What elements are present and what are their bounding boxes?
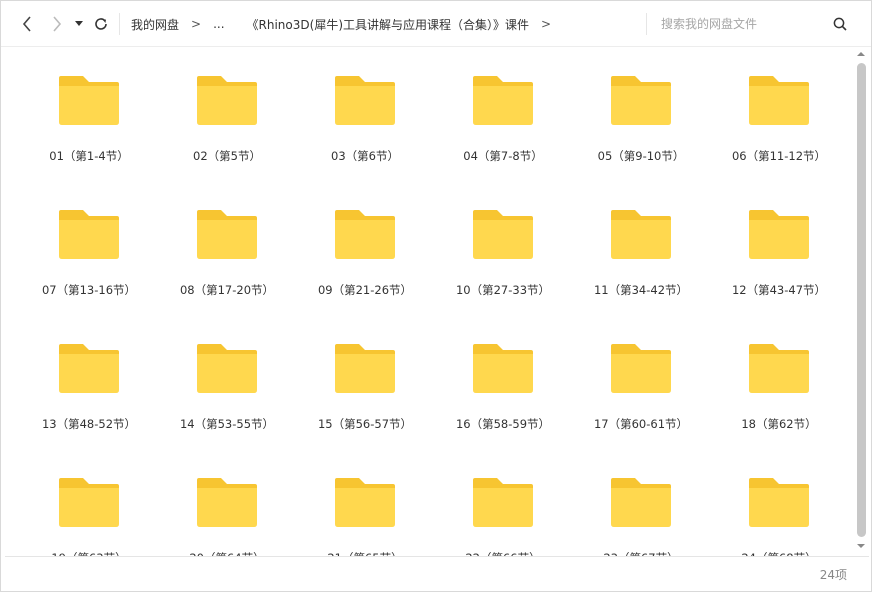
breadcrumb-item-ellipsis[interactable]: ... (213, 17, 224, 31)
folder-icon (749, 478, 809, 527)
folder-item[interactable]: 01（第1-4节） (20, 72, 158, 206)
folder-icon (197, 344, 257, 393)
folder-icon (749, 344, 809, 393)
folder-icon (59, 76, 119, 125)
folder-label: 12（第43-47节） (731, 283, 827, 297)
folder-icon (59, 344, 119, 393)
folder-label: 10（第27-33节） (455, 283, 551, 297)
folder-label: 01（第1-4节） (49, 149, 129, 163)
refresh-button[interactable] (90, 13, 112, 35)
folder-item[interactable]: 03（第6节） (296, 72, 434, 206)
folder-item[interactable]: 16（第58-59节） (434, 340, 572, 474)
folder-item[interactable]: 07（第13-16节） (20, 206, 158, 340)
folder-label: 05（第9-10节） (597, 149, 685, 163)
file-grid-area: 01（第1-4节） 02（第5节） 03（第6节） 04（第7-8节） 05（第9-10… (1, 48, 853, 556)
breadcrumb-item-root[interactable]: 我的网盘 (131, 16, 179, 33)
toolbar-divider (119, 13, 120, 35)
folder-item[interactable]: 11（第34-42节） (572, 206, 710, 340)
folder-label: 02（第5节） (193, 149, 261, 163)
folder-item[interactable]: 19（第63节） (20, 474, 158, 556)
item-count: 24项 (819, 568, 847, 582)
back-button[interactable] (16, 13, 38, 35)
folder-icon (749, 210, 809, 259)
refresh-icon (95, 18, 107, 30)
folder-item[interactable]: 22（第66节） (434, 474, 572, 556)
file-manager-window: 我的网盘 > ... 《Rhino3D(犀牛)工具讲解与应用课程（合集）》课件 … (0, 0, 872, 592)
caret-down-icon (75, 21, 83, 26)
status-bar: 24项 (5, 556, 869, 589)
folder-label: 11（第34-42节） (593, 283, 689, 297)
forward-button[interactable] (46, 13, 68, 35)
folder-label: 03（第6节） (331, 149, 399, 163)
folder-icon (611, 76, 671, 125)
breadcrumb-item-current[interactable]: 《Rhino3D(犀牛)工具讲解与应用课程（合集）》课件 (247, 16, 529, 33)
breadcrumb-separator: > (191, 17, 202, 31)
scroll-down-arrow-icon[interactable] (856, 541, 866, 551)
folder-item[interactable]: 17（第60-61节） (572, 340, 710, 474)
search-button[interactable] (830, 14, 850, 34)
chevron-left-icon (22, 16, 31, 32)
folder-label: 06（第11-12节） (731, 149, 827, 163)
folder-icon (59, 478, 119, 527)
folder-item[interactable]: 10（第27-33节） (434, 206, 572, 340)
folder-item[interactable]: 13（第48-52节） (20, 340, 158, 474)
folder-item[interactable]: 09（第21-26节） (296, 206, 434, 340)
folder-icon (749, 76, 809, 125)
folder-icon (473, 344, 533, 393)
folder-label: 18（第62节） (741, 417, 817, 431)
folder-item[interactable]: 12（第43-47节） (710, 206, 848, 340)
folder-icon (197, 210, 257, 259)
folder-item[interactable]: 08（第17-20节） (158, 206, 296, 340)
folder-label: 17（第60-61节） (593, 417, 689, 431)
folder-label: 09（第21-26节） (317, 283, 413, 297)
folder-icon (335, 344, 395, 393)
folder-icon (611, 210, 671, 259)
folder-icon (611, 478, 671, 527)
folder-icon (335, 210, 395, 259)
folder-item[interactable]: 15（第56-57节） (296, 340, 434, 474)
folder-icon (197, 76, 257, 125)
folder-icon (473, 76, 533, 125)
folder-item[interactable]: 24（第68节） (710, 474, 848, 556)
folder-item[interactable]: 20（第64节） (158, 474, 296, 556)
breadcrumb: 我的网盘 > ... 《Rhino3D(犀牛)工具讲解与应用课程（合集）》课件 … (131, 14, 563, 34)
folder-item[interactable]: 02（第5节） (158, 72, 296, 206)
folder-label: 14（第53-55节） (179, 417, 275, 431)
search-input[interactable] (661, 13, 821, 35)
scrollbar-thumb[interactable] (857, 63, 866, 537)
breadcrumb-separator: > (541, 17, 552, 31)
folder-label: 15（第56-57节） (317, 417, 413, 431)
folder-label: 07（第13-16节） (41, 283, 137, 297)
chevron-right-icon (53, 16, 62, 32)
folder-label: 04（第7-8节） (463, 149, 543, 163)
folder-item[interactable]: 21（第65节） (296, 474, 434, 556)
folder-label: 08（第17-20节） (179, 283, 275, 297)
folder-item[interactable]: 18（第62节） (710, 340, 848, 474)
folder-label: 16（第58-59节） (455, 417, 551, 431)
history-dropdown-button[interactable] (71, 13, 87, 35)
folder-icon (59, 210, 119, 259)
search-divider (646, 13, 647, 35)
folder-item[interactable]: 04（第7-8节） (434, 72, 572, 206)
folder-item[interactable]: 06（第11-12节） (710, 72, 848, 206)
scroll-up-arrow-icon[interactable] (856, 49, 866, 59)
folder-icon (335, 76, 395, 125)
toolbar: 我的网盘 > ... 《Rhino3D(犀牛)工具讲解与应用课程（合集）》课件 … (1, 1, 871, 47)
search-icon (833, 17, 847, 31)
folder-item[interactable]: 23（第67节） (572, 474, 710, 556)
folder-item[interactable]: 05（第9-10节） (572, 72, 710, 206)
folder-icon (473, 210, 533, 259)
folder-icon (197, 478, 257, 527)
folder-item[interactable]: 14（第53-55节） (158, 340, 296, 474)
folder-grid: 01（第1-4节） 02（第5节） 03（第6节） 04（第7-8节） 05（第9-10… (20, 72, 848, 556)
folder-icon (611, 344, 671, 393)
folder-icon (335, 478, 395, 527)
folder-label: 13（第48-52节） (41, 417, 137, 431)
folder-icon (473, 478, 533, 527)
